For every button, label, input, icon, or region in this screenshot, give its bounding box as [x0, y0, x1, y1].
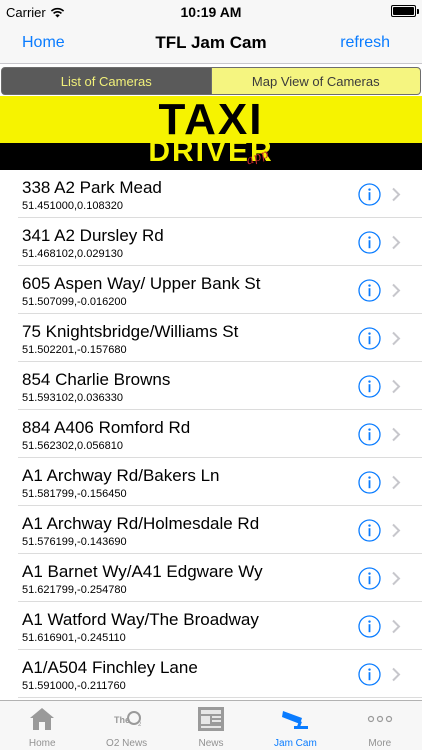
tab-label: More [368, 738, 392, 749]
chevron-right-icon [392, 379, 401, 394]
camera-row[interactable]: 854 Charlie Browns 51.593102,0.036330 [0, 362, 422, 410]
chevron-right-icon [392, 667, 401, 682]
tab-home[interactable]: Home [0, 701, 84, 750]
status-bar: Carrier 10:19 AM [0, 0, 422, 24]
svg-text:2: 2 [138, 722, 142, 728]
chevron-right-icon [392, 475, 401, 490]
info-icon[interactable] [358, 375, 381, 398]
info-icon[interactable] [358, 567, 381, 590]
camera-name: 75 Knightsbridge/Williams St [22, 322, 239, 341]
camera-row[interactable]: A1 Watford Way/The Broadway 51.616901,-0… [0, 602, 422, 650]
tab-label: News [198, 738, 224, 749]
chevron-right-icon [392, 571, 401, 586]
camera-coordinates: 51.576199,-0.143690 [22, 536, 127, 548]
segment-list-of-cameras[interactable]: List of Cameras [2, 68, 211, 94]
view-mode-segmented-control: List of Cameras Map View of Cameras [1, 67, 421, 95]
tab-news[interactable]: News [169, 701, 253, 750]
camera-name: A1 Barnet Wy/A41 Edgware Wy [22, 562, 263, 581]
camera-name: A1 Watford Way/The Broadway [22, 610, 259, 629]
o2-logo-icon: The 2 [114, 711, 142, 728]
status-right [391, 5, 419, 17]
segment-map-view-of-cameras[interactable]: Map View of Cameras [210, 68, 420, 94]
camera-coordinates: 51.616901,-0.245110 [22, 632, 126, 644]
info-icon[interactable] [358, 231, 381, 254]
camera-coordinates: 51.593102,0.036330 [22, 392, 123, 404]
camera-row[interactable]: A1 Archway Rd/Holmesdale Rd 51.576199,-0… [0, 506, 422, 554]
info-icon[interactable] [358, 615, 381, 638]
newspaper-icon [198, 707, 225, 731]
chevron-right-icon [392, 235, 401, 250]
chevron-right-icon [392, 331, 401, 346]
chevron-right-icon [392, 427, 401, 442]
battery-icon [391, 5, 419, 17]
camera-coordinates: 51.581799,-0.156450 [22, 488, 127, 500]
camera-list: 338 A2 Park Mead 51.451000,0.108320 341 … [0, 170, 422, 698]
cctv-camera-icon [282, 711, 309, 729]
more-dots-icon [367, 715, 392, 723]
info-icon[interactable] [358, 471, 381, 494]
tab-jam-cam[interactable]: Jam Cam [253, 701, 337, 750]
camera-row[interactable]: 884 A406 Romford Rd 51.562302,0.056810 [0, 410, 422, 458]
chevron-right-icon [392, 523, 401, 538]
chevron-right-icon [392, 187, 401, 202]
tab-label: O2 News [106, 738, 148, 749]
camera-name: 884 A406 Romford Rd [22, 418, 191, 437]
camera-coordinates: 51.507099,-0.016200 [22, 296, 127, 308]
camera-name: A1 Archway Rd/Holmesdale Rd [22, 514, 260, 533]
info-icon[interactable] [358, 327, 381, 350]
camera-name: 338 A2 Park Mead [22, 178, 162, 197]
chevron-right-icon [392, 283, 401, 298]
camera-row[interactable]: 341 A2 Dursley Rd 51.468102,0.029130 [0, 218, 422, 266]
camera-row[interactable]: A1/A504 Finchley Lane 51.591000,-0.21176… [0, 650, 422, 698]
camera-coordinates: 51.621799,-0.254780 [22, 584, 127, 596]
info-icon[interactable] [358, 423, 381, 446]
tab-o2-news[interactable]: The 2 O2 News [84, 701, 168, 750]
status-time: 10:19 AM [180, 4, 242, 20]
tab-more[interactable]: More [338, 701, 422, 750]
camera-row[interactable]: 338 A2 Park Mead 51.451000,0.108320 [0, 170, 422, 218]
info-icon[interactable] [358, 183, 381, 206]
tab-label: Jam Cam [274, 738, 317, 749]
info-icon[interactable] [358, 279, 381, 302]
camera-row[interactable]: A1 Archway Rd/Bakers Ln 51.581799,-0.156… [0, 458, 422, 506]
info-icon[interactable] [358, 519, 381, 542]
chevron-right-icon [392, 619, 401, 634]
camera-coordinates: 51.562302,0.056810 [22, 440, 123, 452]
camera-row[interactable]: 605 Aspen Way/ Upper Bank St 51.507099,-… [0, 266, 422, 314]
tab-label: Home [28, 738, 56, 749]
camera-row[interactable]: 75 Knightsbridge/Williams St 51.502201,-… [0, 314, 422, 362]
camera-coordinates: 51.591000,-0.211760 [22, 680, 126, 692]
tab-bar: Home The 2 O2 News News Jam Cam More [0, 700, 422, 750]
camera-name: 854 Charlie Browns [22, 370, 171, 389]
info-icon[interactable] [358, 663, 381, 686]
taxi-driver-banner[interactable]: TAXI DRIVER app [0, 96, 422, 170]
camera-name: 341 A2 Dursley Rd [22, 226, 164, 245]
navigation-bar: Home TFL Jam Cam refresh [0, 24, 422, 64]
house-icon [30, 708, 55, 730]
camera-name: 605 Aspen Way/ Upper Bank St [22, 274, 261, 293]
camera-row[interactable]: A1 Barnet Wy/A41 Edgware Wy 51.621799,-0… [0, 554, 422, 602]
camera-name: A1 Archway Rd/Bakers Ln [22, 466, 220, 485]
camera-coordinates: 51.502201,-0.157680 [22, 344, 127, 356]
refresh-button[interactable]: refresh [340, 34, 390, 52]
camera-name: A1/A504 Finchley Lane [22, 658, 198, 677]
camera-coordinates: 51.468102,0.029130 [22, 248, 123, 260]
camera-coordinates: 51.451000,0.108320 [22, 200, 123, 212]
banner-logo-driver-text: DRIVER [148, 135, 274, 168]
